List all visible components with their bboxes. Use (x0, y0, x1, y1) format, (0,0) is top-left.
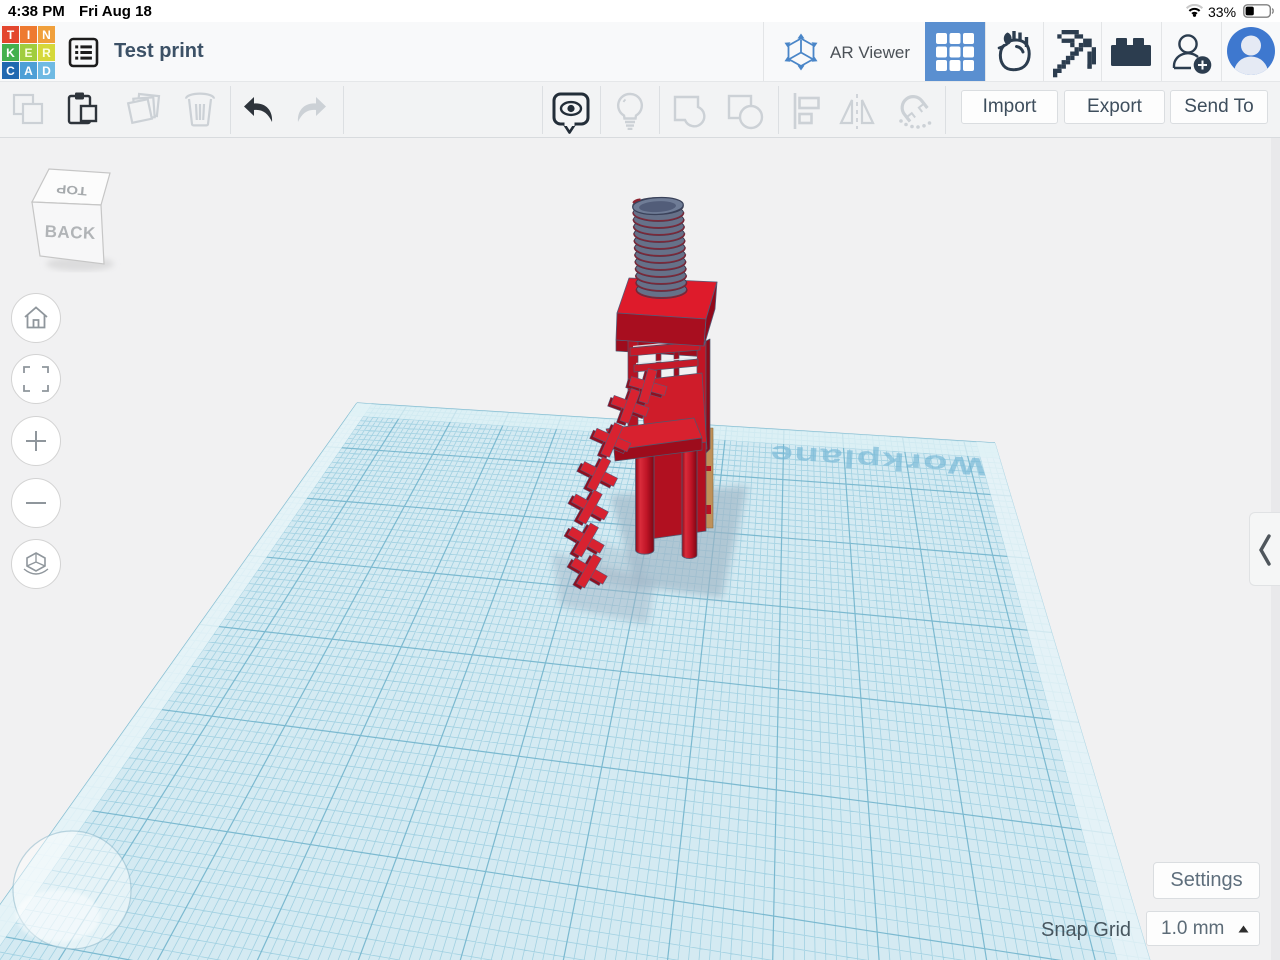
svg-text:BACK: BACK (44, 222, 96, 243)
svg-text:TOP: TOP (56, 182, 88, 198)
